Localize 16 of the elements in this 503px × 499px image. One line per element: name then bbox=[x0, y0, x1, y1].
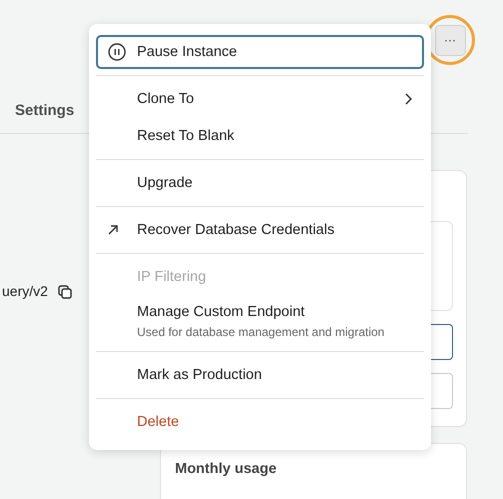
menu-item[interactable]: Upgrade bbox=[96, 166, 424, 200]
menu-item[interactable]: Pause Instance bbox=[96, 35, 424, 69]
pause-icon bbox=[108, 43, 126, 61]
endpoint-text: uery/v2 bbox=[2, 283, 48, 299]
copy-icon[interactable] bbox=[58, 285, 72, 299]
card-title: Monthly usage bbox=[175, 461, 277, 477]
menu-item[interactable]: Manage Custom Endpoint Used for database management and migration bbox=[96, 297, 424, 345]
menu-item[interactable]: Reset To Blank bbox=[96, 119, 424, 153]
menu-item[interactable]: Recover Database Credentials bbox=[96, 213, 424, 247]
menu-item[interactable]: Delete bbox=[96, 405, 424, 439]
settings-tab[interactable]: Settings bbox=[15, 102, 74, 119]
more-button[interactable]: ··· bbox=[434, 24, 466, 56]
arrow-icon bbox=[108, 225, 118, 235]
chevron-right-icon bbox=[405, 93, 412, 105]
menu-item[interactable]: Clone To bbox=[96, 82, 424, 116]
menu-item[interactable]: Mark as Production bbox=[96, 358, 424, 392]
